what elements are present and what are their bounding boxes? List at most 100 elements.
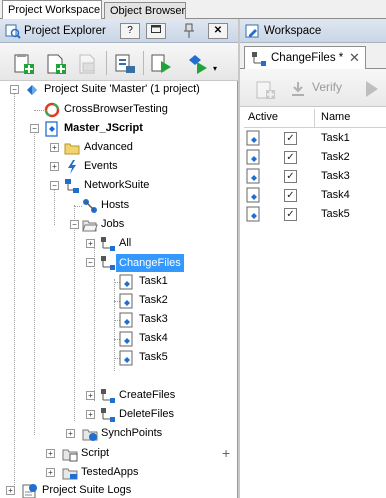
run-suite-icon[interactable]	[186, 52, 210, 76]
task-icon	[246, 206, 260, 222]
expand-toggle[interactable]: +	[50, 162, 59, 171]
close-panel-button[interactable]: ✕	[208, 23, 228, 39]
add-project-suite-icon[interactable]	[12, 52, 36, 76]
job-icon	[101, 237, 115, 251]
tree-line	[74, 205, 75, 421]
close-icon[interactable]: ✕	[349, 50, 360, 66]
active-checkbox[interactable]: ✓	[284, 208, 297, 221]
run-project-icon[interactable]	[150, 52, 174, 76]
table-row[interactable]: ✓ Task4	[244, 186, 386, 205]
tree-node-label: NetworkSuite	[84, 179, 150, 191]
collapse-toggle[interactable]: −	[30, 124, 39, 133]
table-row[interactable]: ✓ Task3	[244, 167, 386, 186]
task-icon	[119, 293, 133, 309]
collapse-toggle[interactable]: −	[50, 181, 59, 190]
tree-node-label: Advanced	[84, 141, 133, 153]
properties-icon[interactable]	[113, 52, 137, 76]
tree-node-label: Script	[81, 447, 110, 459]
workspace-tab-strip: ChangeFiles * ✕	[240, 43, 386, 69]
table-row[interactable]: ✓ Task5	[244, 205, 386, 224]
collapse-toggle[interactable]: −	[86, 258, 95, 267]
workspace-header: Workspace	[240, 19, 386, 43]
pin-icon[interactable]	[182, 23, 196, 39]
chevron-down-icon[interactable]: ▾	[213, 64, 217, 73]
tree-node-label: Project Suite 'Master' (1 project)	[44, 83, 200, 95]
logs-icon	[22, 484, 37, 498]
help-button[interactable]: ?	[120, 23, 140, 39]
job-icon	[252, 52, 266, 66]
task-name: Task5	[321, 208, 350, 220]
task-name: Task1	[321, 132, 350, 144]
expand-toggle[interactable]: +	[66, 429, 75, 438]
tree-line	[34, 129, 35, 435]
project-icon	[45, 121, 58, 137]
tree-node-label: Task2	[139, 294, 168, 306]
synchpoints-icon	[82, 429, 98, 441]
download-icon[interactable]	[290, 81, 306, 97]
task-icon	[119, 274, 133, 290]
workspace-toolbar: Verify	[240, 69, 386, 107]
column-header-active[interactable]: Active	[248, 111, 278, 123]
tree-line	[54, 185, 55, 225]
tree-node-label: All	[119, 237, 132, 249]
crossbrowser-icon	[44, 102, 60, 118]
expand-toggle[interactable]: +	[46, 468, 55, 477]
task-icon	[246, 130, 260, 146]
expand-toggle[interactable]: +	[86, 391, 95, 400]
job-icon	[101, 389, 115, 403]
explorer-toolbar: ▾	[0, 43, 238, 81]
task-name: Task3	[321, 170, 350, 182]
add-task-icon[interactable]	[254, 78, 278, 102]
tab-project-workspace[interactable]: Project Workspace	[2, 0, 102, 20]
tab-changefiles[interactable]: ChangeFiles * ✕	[244, 46, 366, 69]
project-suite-icon	[27, 85, 37, 95]
expand-toggle[interactable]: +	[6, 486, 15, 495]
add-icon[interactable]: +	[222, 445, 230, 461]
tree-node-label: Project Suite Logs	[42, 484, 132, 496]
expand-toggle[interactable]: +	[86, 410, 95, 419]
active-checkbox[interactable]: ✓	[284, 189, 297, 202]
job-icon	[101, 256, 115, 270]
expand-toggle[interactable]: +	[86, 239, 95, 248]
folder-open-icon	[82, 220, 98, 232]
task-icon	[119, 312, 133, 328]
explorer-icon	[5, 24, 21, 39]
task-icon	[119, 350, 133, 366]
collapse-toggle[interactable]: −	[10, 85, 19, 94]
tree-node-label: CrossBrowserTesting	[64, 103, 168, 115]
tree-node-label: CreateFiles	[119, 389, 176, 401]
verify-button[interactable]: Verify	[312, 80, 342, 94]
active-checkbox[interactable]: ✓	[284, 132, 297, 145]
tab-object-browser[interactable]: Object Browser	[104, 2, 186, 19]
tab-label: ChangeFiles *	[271, 52, 344, 64]
task-icon	[246, 149, 260, 165]
tree-node-label: Jobs	[101, 218, 125, 230]
tree-node-label: Master_JScript	[64, 122, 143, 134]
run-icon[interactable]	[364, 79, 380, 99]
table-row[interactable]: ✓ Task1	[244, 129, 386, 148]
task-icon	[246, 187, 260, 203]
task-icon	[246, 168, 260, 184]
collapse-toggle[interactable]: −	[70, 220, 79, 229]
tree-node-label: Events	[84, 160, 118, 172]
task-name: Task4	[321, 189, 350, 201]
tree-node-label: SynchPoints	[101, 427, 163, 439]
task-icon	[119, 331, 133, 347]
toolbar-separator	[143, 51, 144, 75]
add-item-icon[interactable]	[44, 52, 68, 76]
expand-toggle[interactable]: +	[50, 143, 59, 152]
lightning-icon	[68, 160, 76, 174]
window-menu-button[interactable]	[146, 23, 166, 39]
expand-toggle[interactable]: +	[46, 449, 55, 458]
job-icon	[101, 408, 115, 422]
column-header-name[interactable]: Name	[321, 111, 350, 123]
tree-node-label: DeleteFiles	[119, 408, 175, 420]
grid-header: Active Name	[244, 109, 386, 128]
folder-icon	[64, 143, 80, 155]
tree-node-label: Task5	[139, 351, 168, 363]
table-row[interactable]: ✓ Task2	[244, 148, 386, 167]
top-tab-strip: Project Workspace Object Browser	[0, 0, 386, 20]
active-checkbox[interactable]: ✓	[284, 151, 297, 164]
add-existing-icon[interactable]	[76, 52, 100, 76]
active-checkbox[interactable]: ✓	[284, 170, 297, 183]
